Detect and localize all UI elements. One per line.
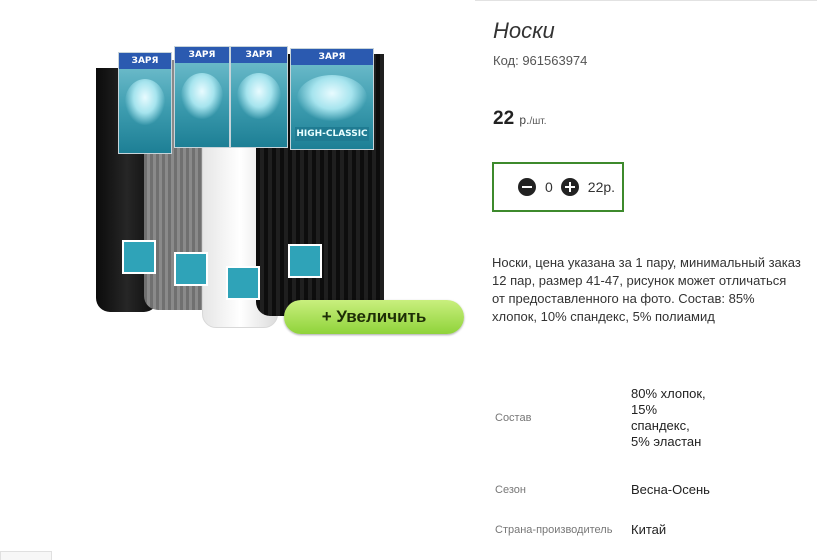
package-card: ЗАРЯ — [174, 46, 230, 148]
quantity-selector: 0 22р. — [492, 162, 624, 212]
brand-label: ЗАРЯ — [119, 53, 171, 69]
quantity-total: 22р. — [587, 179, 616, 195]
property-label: Сезон — [495, 484, 526, 496]
product-title: Носки — [493, 18, 555, 43]
package-card: ЗАРЯ HIGH-CLASSIC — [290, 48, 374, 150]
product-description: Носки, цена указана за 1 пару, минимальн… — [492, 255, 801, 324]
decrease-quantity-button[interactable] — [518, 178, 536, 196]
price-value: 22 — [493, 108, 515, 129]
sock-tag — [226, 266, 260, 300]
properties-table: Состав 80% хлопок, 15% спандекс, 5% элас… — [492, 366, 711, 550]
brand-label: ЗАРЯ — [231, 47, 287, 63]
sock-tag — [122, 240, 156, 274]
increase-quantity-button[interactable] — [560, 178, 579, 196]
property-row: Сезон Весна-Осень — [492, 470, 711, 510]
brand-label: ЗАРЯ — [291, 49, 373, 65]
product-price: 22 р./шт. — [493, 108, 547, 130]
product-code: Код: 961563974 — [493, 53, 588, 68]
sock-tag — [174, 252, 208, 286]
property-value: 80% хлопок, 15% спандекс, 5% эластан — [631, 386, 706, 449]
property-row: Состав 80% хлопок, 15% спандекс, 5% элас… — [492, 366, 711, 470]
brand-label: ЗАРЯ — [175, 47, 229, 63]
property-label: Страна-производитель — [495, 523, 613, 536]
card-graphic — [125, 79, 165, 125]
price-currency: р./шт. — [519, 113, 547, 127]
zoom-button-label: + Увеличить — [321, 307, 427, 326]
quantity-value[interactable]: 0 — [545, 179, 553, 195]
card-graphic — [181, 73, 223, 119]
high-classic-label: HIGH-CLASSIC — [295, 127, 369, 141]
price-unit: /шт. — [529, 116, 547, 127]
property-value: Весна-Осень — [631, 482, 710, 497]
product-image[interactable]: ЗАРЯ ЗАРЯ ЗАРЯ ЗАРЯ HIGH-CLASSIC — [0, 0, 475, 343]
card-graphic — [237, 73, 281, 119]
property-value: Китай — [631, 522, 667, 537]
zoom-button[interactable]: + Увеличить — [284, 300, 464, 334]
property-label: Состав — [495, 412, 532, 424]
property-row: Страна-производитель Китай — [492, 510, 711, 550]
card-graphic — [297, 75, 367, 121]
package-card: ЗАРЯ — [118, 52, 172, 154]
package-card: ЗАРЯ — [230, 46, 288, 148]
sock-tag — [288, 244, 322, 278]
